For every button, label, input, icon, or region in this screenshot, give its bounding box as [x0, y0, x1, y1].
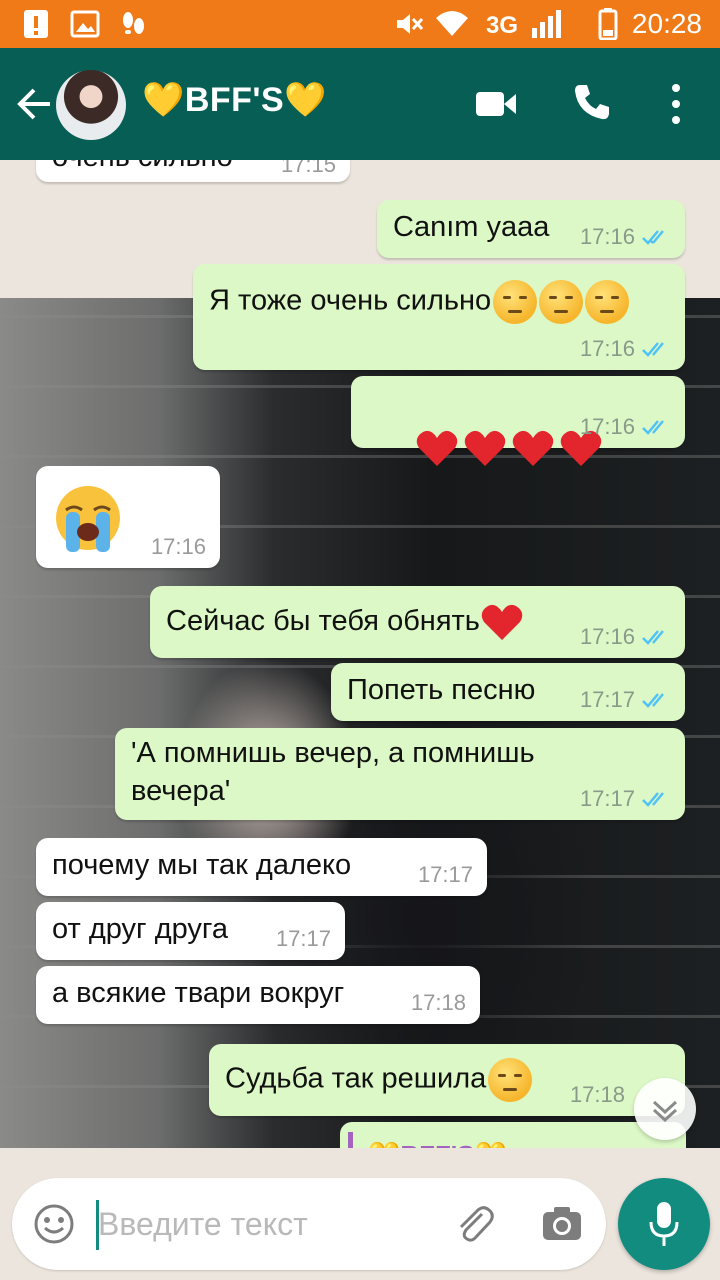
message-time: 17:17 [579, 786, 635, 811]
red-heart-icon [481, 605, 523, 641]
message-input-box[interactable]: Введите текст [12, 1178, 606, 1270]
message-outgoing[interactable]: Попеть песню 17:17 [331, 663, 685, 721]
message-text: Попеть песню [347, 674, 536, 706]
camera-icon[interactable] [540, 1202, 584, 1246]
message-emoji [367, 390, 607, 506]
message-meta: 17:17 [580, 687, 671, 713]
signal-icon [532, 10, 561, 38]
attach-icon[interactable] [452, 1202, 496, 1246]
chevron-down-icon [652, 1100, 678, 1123]
message-time: 17:17 [275, 926, 331, 951]
message-incoming[interactable]: от друг друга 17:17 [36, 902, 345, 960]
read-ticks-icon [642, 792, 664, 807]
message-time: 17:17 [579, 687, 635, 712]
message-meta: 17:15 [281, 160, 336, 178]
message-time: 17:18 [569, 1082, 625, 1107]
mic-icon [649, 1202, 679, 1246]
red-heart-icon [465, 431, 506, 467]
avatar[interactable] [56, 70, 126, 140]
message-text: почему мы так далеко [52, 849, 352, 881]
read-ticks-icon [642, 342, 664, 357]
more-vert-icon[interactable] [664, 80, 688, 128]
read-ticks-icon [642, 630, 664, 645]
battery-icon [598, 8, 618, 40]
message-incoming[interactable]: 17:16 [36, 466, 220, 568]
message-incoming[interactable]: очень сильно 17:15 [36, 160, 350, 182]
message-text: Canım yaaa [393, 211, 550, 243]
network-type: 3G [486, 12, 519, 39]
loudly-crying-emoji-icon [56, 486, 120, 552]
message-text: а всякие твари вокруг [52, 977, 345, 1009]
wifi-icon [436, 11, 468, 36]
message-meta: 17:18 [411, 990, 466, 1016]
pensive-emoji-icon [539, 280, 584, 324]
message-text: Я тоже очень сильно [209, 280, 630, 324]
red-heart-icon [513, 431, 554, 467]
steps-icon [123, 12, 144, 34]
message-outgoing[interactable]: 'А помнишь вечер, а помнишь вечера' 17:1… [115, 728, 685, 820]
message-time: 17:18 [410, 990, 466, 1015]
pensive-emoji-icon [493, 280, 538, 324]
back-arrow-icon[interactable] [14, 84, 54, 124]
message-outgoing[interactable]: 17:16 [351, 376, 685, 467]
message-outgoing[interactable]: Сейчас бы тебя обнять 17:16 [150, 586, 685, 658]
message-time: 17:16 [579, 414, 635, 439]
message-time: 17:17 [417, 862, 473, 887]
chat-area[interactable]: очень сильно 17:15 Canım yaaa 17:16 Я то… [0, 160, 720, 1148]
red-heart-icon [417, 431, 458, 467]
quote-bar [348, 1132, 353, 1148]
message-time: 17:16 [150, 534, 206, 559]
read-ticks-icon [642, 230, 664, 245]
message-text: очень сильно [52, 160, 233, 176]
message-time: 17:16 [579, 224, 635, 249]
message-text-content: Сейчас бы тебя обнять [166, 605, 480, 637]
message-incoming[interactable]: а всякие твари вокруг 17:18 [36, 966, 480, 1024]
mute-icon [397, 14, 424, 34]
message-meta: 17:17 [580, 786, 671, 812]
message-time: 17:16 [579, 624, 635, 649]
status-bar: 3G 20:28 [0, 0, 720, 48]
message-text-content: Я тоже очень сильно [209, 284, 492, 317]
image-icon [70, 10, 100, 38]
message-meta: 17:16 [580, 336, 671, 362]
alert-icon [24, 10, 48, 38]
message-meta: 17:16 [151, 534, 206, 560]
chat-header: 💛BFF'S💛 [0, 48, 720, 160]
message-time: 17:16 [579, 336, 635, 361]
read-ticks-icon [642, 420, 664, 435]
message-text: 'А помнишь вечер, а помнишь вечера' [131, 737, 535, 807]
read-ticks-icon [642, 693, 664, 708]
message-meta: 17:17 [418, 862, 473, 888]
message-text-content: Судьба так решила [225, 1062, 487, 1095]
pensive-emoji-icon [488, 1058, 533, 1102]
message-text: Сейчас бы тебя обнять [166, 602, 528, 642]
message-meta: 17:17 [276, 926, 331, 952]
message-outgoing[interactable]: Canım yaaa 17:16 [377, 200, 685, 258]
message-incoming[interactable]: почему мы так далеко 17:17 [36, 838, 487, 896]
message-outgoing[interactable]: Судьба так решила 17:18 [209, 1044, 685, 1116]
message-meta: 17:16 [580, 414, 671, 440]
pensive-emoji-icon [585, 280, 630, 324]
voice-record-button[interactable] [618, 1178, 710, 1270]
video-call-icon[interactable] [474, 88, 518, 120]
message-text: от друг друга [52, 913, 228, 945]
message-input[interactable]: Введите текст [98, 1206, 308, 1243]
emoji-icon[interactable] [32, 1202, 76, 1246]
message-meta: 17:16 [580, 224, 671, 250]
chat-title[interactable]: 💛BFF'S💛 [142, 80, 327, 120]
message-time: 17:15 [280, 160, 336, 177]
message-text: Судьба так решила [225, 1058, 533, 1102]
message-meta: 17:16 [580, 624, 671, 650]
input-bar: Введите текст [0, 1148, 720, 1280]
message-meta: 17:18 [570, 1082, 625, 1108]
message-outgoing[interactable]: Я тоже очень сильно 17:16 [193, 264, 685, 370]
scroll-to-bottom-button[interactable] [634, 1078, 696, 1140]
quote-sender-name: 💛BFF'S💛 [368, 1140, 507, 1148]
phone-icon[interactable] [572, 82, 612, 122]
clock: 20:28 [631, 8, 702, 39]
